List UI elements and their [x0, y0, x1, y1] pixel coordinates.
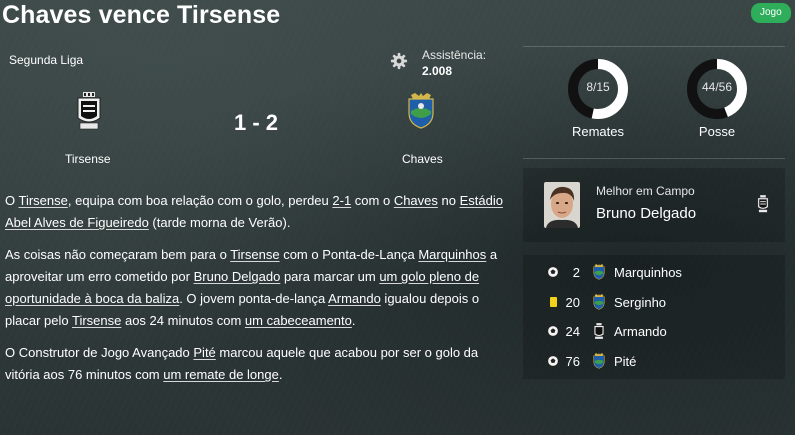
- article-text: com o: [351, 193, 394, 208]
- tirsense-crest-icon: [757, 195, 769, 213]
- yellow-card-icon: [550, 296, 557, 307]
- event-minute: 76: [565, 353, 580, 369]
- chaves-crest-icon: [593, 352, 605, 369]
- event-minute: 24: [565, 324, 580, 339]
- possession-label: Posse: [698, 124, 736, 139]
- panel-divider: [523, 46, 785, 47]
- shots-value: 8/15: [586, 80, 610, 94]
- article-link[interactable]: um remate de longe: [163, 367, 279, 382]
- article-link[interactable]: 2-1: [332, 193, 351, 208]
- tirsense-crest-icon: [593, 323, 605, 339]
- shots-label: Remates: [571, 124, 625, 139]
- article-text: As coisas não começaram bem para o: [5, 247, 231, 262]
- gear-icon: [390, 52, 408, 70]
- ball-icon: [547, 354, 559, 367]
- event-minute: 2: [572, 265, 580, 280]
- article-text: .: [351, 313, 356, 328]
- article-text: . O jovem ponta-de-lança: [179, 291, 329, 306]
- event-row[interactable]: 20 Serginho: [523, 292, 785, 314]
- article-paragraph: O Tirsense, equipa com boa relação com o…: [5, 190, 510, 234]
- article-body: O Tirsense, equipa com boa relação com o…: [5, 190, 510, 396]
- player-photo: [544, 182, 580, 228]
- event-row[interactable]: 24 Armando: [523, 321, 785, 343]
- attendance-value: 2.008: [422, 64, 453, 78]
- chaves-crest-icon: [593, 264, 605, 280]
- article-text: aos 24 minutos com: [121, 313, 245, 328]
- article-link[interactable]: Tirsense: [19, 193, 68, 208]
- article-paragraph: As coisas não começaram bem para o Tirse…: [5, 244, 510, 332]
- competition-name[interactable]: Segunda Liga: [9, 53, 83, 67]
- event-minute: 20: [565, 294, 580, 310]
- article-link[interactable]: Marquinhos: [418, 247, 486, 262]
- away-team-name[interactable]: Chaves: [402, 152, 443, 166]
- article-link[interactable]: Tirsense: [230, 247, 279, 262]
- article-link[interactable]: Tirsense: [72, 313, 121, 328]
- article-text: .: [278, 367, 283, 382]
- article-link[interactable]: Pité: [193, 345, 215, 360]
- man-of-match-title: Melhor em Campo: [596, 184, 695, 198]
- panel-divider: [523, 158, 785, 159]
- ball-icon: [547, 325, 559, 337]
- event-row[interactable]: 2 Marquinhos: [523, 262, 785, 284]
- ball-icon: [547, 266, 559, 278]
- chaves-crest-icon: [593, 293, 605, 310]
- article-text: para marcar um: [280, 269, 380, 284]
- man-of-match-name[interactable]: Bruno Delgado: [596, 205, 696, 222]
- article-headline: Chaves vence Tirsense: [2, 1, 281, 29]
- article-text: com o Ponta-de-Lança: [279, 247, 419, 262]
- event-player-name[interactable]: Serginho: [614, 295, 666, 310]
- event-player-name[interactable]: Marquinhos: [614, 265, 682, 280]
- article-link[interactable]: Chaves: [394, 193, 438, 208]
- possession-value: 44/56: [701, 80, 733, 94]
- match-tag-badge[interactable]: Jogo: [751, 3, 791, 23]
- event-row[interactable]: 76 Pité: [523, 351, 785, 373]
- article-text: , equipa com boa relação com o golo, per…: [67, 193, 333, 208]
- article-text: O Construtor de Jogo Avançado: [5, 345, 194, 360]
- article-paragraph: O Construtor de Jogo Avançado Pité marco…: [5, 342, 510, 386]
- article-text: O: [5, 193, 19, 208]
- chaves-crest-icon[interactable]: [405, 93, 437, 129]
- article-link[interactable]: um cabeceamento: [245, 313, 352, 328]
- event-player-name[interactable]: Pité: [614, 354, 636, 369]
- article-text: no: [437, 193, 460, 208]
- article-link[interactable]: Armando: [328, 291, 381, 306]
- tirsense-crest-icon[interactable]: [74, 92, 104, 130]
- event-player-name[interactable]: Armando: [614, 324, 667, 339]
- article-text: (tarde morna de Verão).: [148, 215, 291, 230]
- article-link[interactable]: Bruno Delgado: [194, 269, 281, 284]
- home-team-name[interactable]: Tirsense: [65, 152, 111, 166]
- match-score: 1 - 2: [233, 110, 279, 135]
- attendance-label: Assistência:: [422, 48, 487, 62]
